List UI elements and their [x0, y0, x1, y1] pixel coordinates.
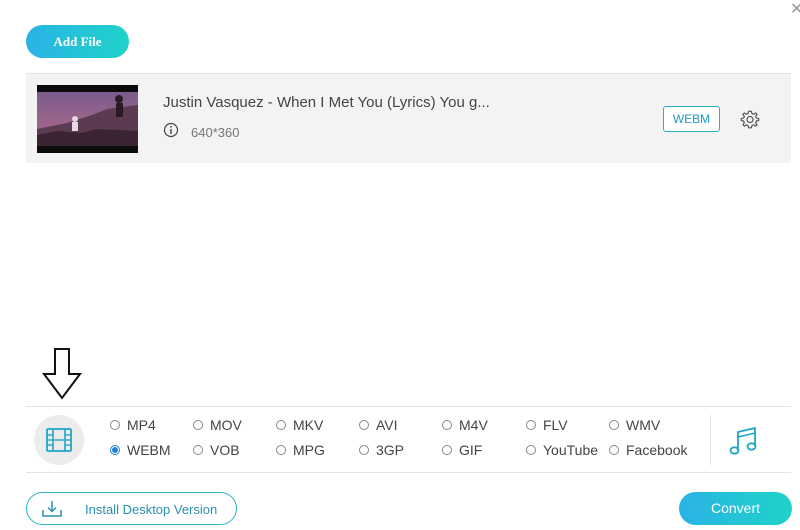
format-label: M4V [459, 417, 488, 433]
file-row: Justin Vasquez - When I Met You (Lyrics)… [26, 73, 791, 163]
radio-button[interactable] [526, 445, 536, 456]
format-option-flv[interactable]: FLV [526, 417, 568, 433]
format-label: MP4 [127, 417, 156, 433]
radio-button[interactable] [609, 420, 619, 431]
music-note-icon[interactable] [729, 426, 757, 456]
radio-button[interactable] [193, 420, 203, 431]
down-arrow-icon [42, 348, 82, 400]
format-option-vob[interactable]: VOB [193, 442, 240, 458]
format-label: WMV [626, 417, 661, 433]
file-name: Justin Vasquez - When I Met You (Lyrics)… [163, 94, 490, 111]
format-label: AVI [376, 417, 398, 433]
download-icon [42, 501, 62, 517]
format-selection-panel: MP4 MOV MKV AVI M4V FLV WMV WEBM VOB MPG… [26, 406, 791, 473]
format-option-gif[interactable]: GIF [442, 442, 482, 458]
format-label: VOB [210, 442, 240, 458]
radio-button[interactable] [359, 420, 369, 431]
video-thumbnail [37, 85, 138, 153]
install-desktop-version-button[interactable]: Install Desktop Version [26, 492, 237, 525]
info-icon[interactable] [163, 122, 179, 138]
format-option-3gp[interactable]: 3GP [359, 442, 404, 458]
divider [710, 415, 711, 465]
format-label: YouTube [543, 442, 599, 458]
radio-button[interactable] [526, 420, 536, 431]
radio-button[interactable] [442, 420, 452, 431]
format-option-facebook[interactable]: Facebook [609, 442, 687, 458]
format-label: MKV [293, 417, 324, 433]
settings-gear-icon[interactable] [739, 109, 761, 131]
format-option-avi[interactable]: AVI [359, 417, 398, 433]
format-option-webm[interactable]: WEBM [110, 442, 171, 458]
radio-button[interactable] [276, 420, 286, 431]
format-option-youtube[interactable]: YouTube [526, 442, 598, 458]
format-option-m4v[interactable]: M4V [442, 417, 488, 433]
output-format-button[interactable]: WEBM [663, 106, 720, 132]
install-label: Install Desktop Version [85, 502, 218, 517]
radio-button-selected[interactable] [110, 445, 120, 456]
radio-button[interactable] [359, 445, 369, 456]
format-label: MOV [210, 417, 242, 433]
format-option-mpg[interactable]: MPG [276, 442, 325, 458]
format-label: Facebook [626, 442, 688, 458]
video-format-tab[interactable] [34, 415, 84, 465]
format-label: FLV [543, 417, 568, 433]
convert-button[interactable]: Convert [679, 492, 792, 525]
add-file-button[interactable]: Add File [26, 25, 129, 58]
radio-button[interactable] [193, 445, 203, 456]
format-label: WEBM [127, 442, 171, 458]
radio-button[interactable] [276, 445, 286, 456]
format-label: MPG [293, 442, 325, 458]
radio-button[interactable] [442, 445, 452, 456]
format-label: GIF [459, 442, 483, 458]
radio-button[interactable] [110, 420, 120, 431]
format-option-wmv[interactable]: WMV [609, 417, 660, 433]
close-icon[interactable]: ✕ [790, 2, 800, 18]
radio-button[interactable] [609, 445, 619, 456]
film-icon [46, 428, 72, 452]
format-option-mov[interactable]: MOV [193, 417, 242, 433]
format-label: 3GP [376, 442, 405, 458]
format-option-mkv[interactable]: MKV [276, 417, 323, 433]
format-option-mp4[interactable]: MP4 [110, 417, 156, 433]
video-resolution: 640*360 [191, 125, 240, 140]
